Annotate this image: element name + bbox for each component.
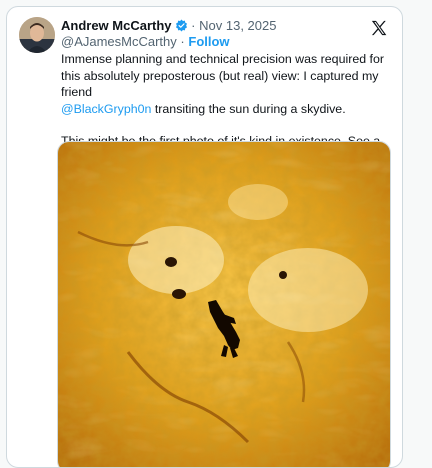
follow-button[interactable]: Follow [188, 34, 229, 49]
author-handle[interactable]: @AJamesMcCarthy [61, 34, 177, 49]
tweet-card: Andrew McCarthy · Nov 13, 2025 @AJamesMc… [6, 6, 403, 468]
tweet-date[interactable]: Nov 13, 2025 [199, 18, 276, 33]
tweet-photo[interactable] [57, 141, 391, 467]
separator-dot-2: · [180, 34, 185, 49]
mention-link[interactable]: @BlackGryph0n [61, 102, 151, 116]
tweet-text-part-1: Immense planning and technical precision… [61, 52, 385, 99]
tweet-paragraph-1: Immense planning and technical precision… [61, 51, 391, 117]
avatar[interactable] [19, 17, 55, 53]
author-name[interactable]: Andrew McCarthy [61, 18, 172, 33]
separator-dot: · [191, 18, 196, 33]
handle-line: @AJamesMcCarthy · Follow [61, 34, 230, 50]
tweet-text-part-2: transiting the sun during a skydive. [151, 101, 346, 116]
x-logo-icon[interactable] [370, 19, 388, 37]
